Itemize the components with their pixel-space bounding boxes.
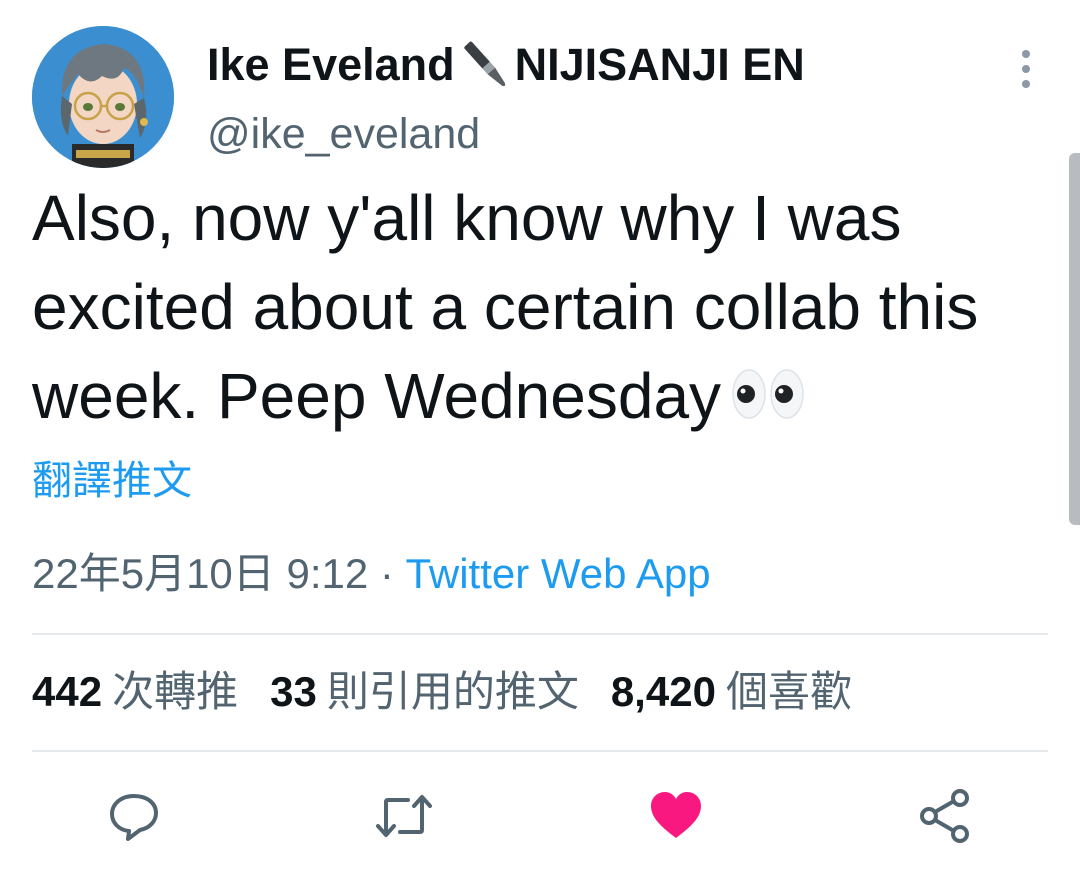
tweet-meta: 22年5月10日 9:12 · Twitter Web App xyxy=(32,546,711,602)
quotes-count: 33 xyxy=(270,668,317,715)
share-button[interactable] xyxy=(918,788,974,844)
author-brand: NIJISANJI EN xyxy=(514,39,805,90)
retweets-count: 442 xyxy=(32,668,103,715)
quotes-stat[interactable]: 33 則引用的推文 xyxy=(270,664,579,720)
meta-separator: · xyxy=(368,550,406,597)
divider xyxy=(32,750,1048,752)
tweet-stats: 442 次轉推 33 則引用的推文 8,420 個喜歡 xyxy=(32,664,884,720)
tweet-text: Also, now y'all know why I was excited a… xyxy=(32,174,1042,441)
tweet-body: Also, now y'all know why I was excited a… xyxy=(32,182,979,432)
reply-button[interactable] xyxy=(106,788,162,844)
source-link[interactable]: Twitter Web App xyxy=(406,550,711,597)
likes-stat[interactable]: 8,420 個喜歡 xyxy=(611,664,852,720)
avatar[interactable] xyxy=(32,26,174,168)
share-icon xyxy=(920,789,969,843)
likes-count: 8,420 xyxy=(610,668,716,715)
retweets-stat[interactable]: 442 次轉推 xyxy=(32,664,238,720)
paintbrush-icon xyxy=(457,39,515,91)
retweet-icon xyxy=(376,795,432,837)
divider xyxy=(32,633,1048,635)
quotes-label: 則引用的推文 xyxy=(326,668,579,715)
like-button[interactable] xyxy=(648,788,704,844)
retweets-label: 次轉推 xyxy=(112,668,239,715)
eyes-icon xyxy=(729,358,809,419)
reply-icon xyxy=(110,794,158,841)
likes-label: 個喜歡 xyxy=(725,668,852,715)
translate-tweet-link[interactable]: 翻譯推文 xyxy=(32,455,192,507)
author-handle[interactable]: @ike_eveland xyxy=(207,108,480,160)
scrollbar[interactable] xyxy=(1069,153,1080,525)
more-options-icon[interactable] xyxy=(1006,46,1046,92)
author-name: Ike Eveland xyxy=(207,39,455,90)
timestamp[interactable]: 22年5月10日 9:12 xyxy=(32,550,368,597)
heart-icon xyxy=(651,792,701,838)
display-name[interactable]: Ike Eveland NIJISANJI EN xyxy=(207,38,805,92)
retweet-button[interactable] xyxy=(374,788,432,844)
